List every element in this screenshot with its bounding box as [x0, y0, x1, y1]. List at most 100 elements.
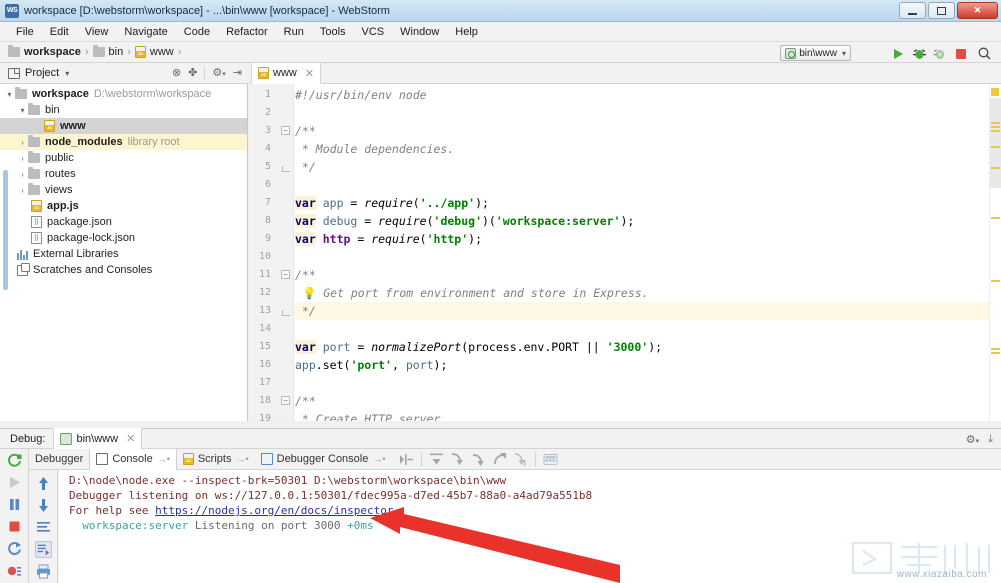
project-tree[interactable]: ▾ workspace D:\webstorm\workspace ▾ bin … — [0, 84, 248, 421]
js-file-icon — [44, 120, 55, 132]
breadcrumb-workspace[interactable]: workspace — [8, 46, 81, 58]
soft-wrap-icon[interactable] — [35, 519, 52, 536]
scroll-down-icon[interactable] — [35, 497, 52, 514]
editor-tab-www[interactable]: www ✕ — [251, 63, 321, 84]
debug-button[interactable] — [912, 46, 927, 61]
run-configuration-selector[interactable]: bin\www ▾ — [780, 45, 851, 61]
close-icon[interactable]: ✕ — [305, 67, 314, 80]
tree-item-www[interactable]: www — [0, 118, 247, 134]
fold-toggle-icon[interactable]: − — [281, 396, 290, 405]
chevron-down-icon[interactable]: ▾ — [4, 90, 15, 99]
tab-debugger-console[interactable]: Debugger Console →• — [255, 449, 392, 470]
step-over-icon[interactable] — [428, 451, 445, 468]
fold-toggle-icon[interactable]: − — [281, 126, 290, 135]
scroll-from-source-icon[interactable]: ✤ — [188, 66, 197, 79]
hide-panel-icon[interactable]: ⇥ — [233, 66, 242, 79]
pin-tab-icon[interactable]: →• — [236, 454, 248, 464]
run-with-coverage-button[interactable] — [932, 46, 947, 61]
print-icon[interactable] — [35, 563, 52, 580]
debug-session-tab[interactable]: bin\www ✕ — [53, 428, 142, 449]
search-everywhere-button[interactable] — [977, 46, 992, 61]
evaluate-expression-icon[interactable] — [542, 451, 559, 468]
fold-end-icon[interactable] — [281, 306, 290, 315]
show-execution-point-icon[interactable] — [398, 451, 415, 468]
pin-tab-icon[interactable]: →• — [373, 454, 385, 464]
tab-scripts[interactable]: Scripts →• — [177, 449, 255, 470]
menu-refactor[interactable]: Refactor — [218, 24, 276, 40]
fold-end-icon[interactable] — [281, 162, 290, 171]
menu-vcs[interactable]: VCS — [354, 24, 393, 40]
chevron-right-icon[interactable]: › — [17, 138, 28, 147]
close-icon[interactable]: ✕ — [126, 432, 135, 445]
fold-toggle-icon[interactable]: − — [281, 270, 290, 279]
folder-icon — [28, 105, 40, 115]
chevron-down-icon[interactable]: ▾ — [17, 106, 28, 115]
line-number: 9 — [265, 230, 271, 248]
tree-item-external-libraries[interactable]: External Libraries — [0, 246, 247, 262]
pause-program-icon[interactable] — [6, 496, 23, 513]
menu-edit[interactable]: Edit — [42, 24, 77, 40]
tree-item-routes[interactable]: › routes — [0, 166, 247, 182]
chevron-down-icon[interactable]: ▾ — [65, 69, 69, 78]
step-out-icon[interactable] — [491, 451, 508, 468]
tree-item-app-js[interactable]: app.js — [0, 198, 247, 214]
console-output[interactable]: D:\node\node.exe --inspect-brk=50301 D:\… — [59, 470, 1001, 583]
tab-debugger[interactable]: Debugger — [29, 449, 89, 470]
view-breakpoints-icon[interactable] — [6, 562, 23, 579]
settings-gear-icon[interactable]: ⚙▾ — [966, 433, 979, 446]
code-line: /** — [295, 392, 316, 410]
menu-view[interactable]: View — [77, 24, 117, 40]
stop-icon[interactable] — [6, 518, 23, 535]
code-token: ( — [427, 214, 434, 228]
tree-item-node-modules[interactable]: › node_modules library root — [0, 134, 247, 150]
breadcrumb-bin[interactable]: bin — [93, 46, 124, 58]
tree-item-scratches-and-consoles[interactable]: Scratches and Consoles — [0, 262, 247, 278]
pin-tab-icon[interactable]: →• — [158, 454, 170, 464]
menu-file[interactable]: File — [8, 24, 42, 40]
line-number: 16 — [259, 356, 271, 374]
menu-window[interactable]: Window — [392, 24, 447, 40]
menu-code[interactable]: Code — [176, 24, 218, 40]
tree-item-views[interactable]: › views — [0, 182, 247, 198]
collapse-all-icon[interactable]: ⊗ — [172, 66, 181, 79]
chevron-right-icon[interactable]: › — [17, 170, 28, 179]
scroll-to-end-icon[interactable] — [35, 541, 52, 558]
menu-tools[interactable]: Tools — [312, 24, 354, 40]
code-editor[interactable]: 123−4567891011−12131415161718−1920212223… — [249, 84, 1001, 421]
scrollbar-thumb[interactable] — [990, 98, 1001, 188]
restart-icon[interactable] — [6, 540, 23, 557]
menu-run[interactable]: Run — [276, 24, 312, 40]
tree-item-package-lock-json[interactable]: package-lock.json — [0, 230, 247, 246]
settings-gear-icon[interactable]: ⚙▾ — [212, 66, 225, 79]
error-stripe-scrollbar[interactable] — [989, 84, 1001, 421]
run-button[interactable] — [891, 46, 906, 61]
force-step-into-icon[interactable] — [470, 451, 487, 468]
tree-item-workspace[interactable]: ▾ workspace D:\webstorm\workspace — [0, 86, 247, 102]
chevron-right-icon[interactable]: › — [17, 154, 28, 163]
inspector-docs-link[interactable]: https://nodejs.org/en/docs/inspector — [155, 504, 393, 517]
line-number: 2 — [265, 104, 271, 122]
stripe-marker — [991, 217, 1000, 219]
code-content[interactable]: #!/usr/bin/env node/** * Module dependen… — [295, 84, 995, 421]
tab-console[interactable]: Console →• — [89, 449, 177, 470]
hide-panel-icon[interactable]: ⤓ — [988, 433, 993, 446]
step-into-icon[interactable] — [449, 451, 466, 468]
chevron-right-icon[interactable]: › — [17, 186, 28, 195]
editor-gutter[interactable]: 123−4567891011−12131415161718−1920212223… — [249, 84, 294, 421]
resume-program-icon[interactable] — [6, 474, 23, 491]
menu-navigate[interactable]: Navigate — [116, 24, 175, 40]
minimize-button[interactable] — [899, 2, 926, 19]
project-tree-scrollbar[interactable] — [3, 170, 8, 290]
scroll-up-icon[interactable] — [35, 475, 52, 492]
tree-item-public[interactable]: › public — [0, 150, 247, 166]
code-line: * Create HTTP server. — [295, 410, 447, 421]
maximize-button[interactable] — [928, 2, 955, 19]
close-button[interactable]: ✕ — [957, 2, 998, 19]
menu-help[interactable]: Help — [447, 24, 486, 40]
breadcrumb-www[interactable]: www — [135, 46, 174, 58]
stop-button[interactable] — [953, 46, 968, 61]
tree-item-package-json[interactable]: package.json — [0, 214, 247, 230]
tree-item-bin[interactable]: ▾ bin — [0, 102, 247, 118]
run-to-cursor-icon[interactable] — [512, 451, 529, 468]
rerun-icon[interactable] — [6, 452, 23, 469]
